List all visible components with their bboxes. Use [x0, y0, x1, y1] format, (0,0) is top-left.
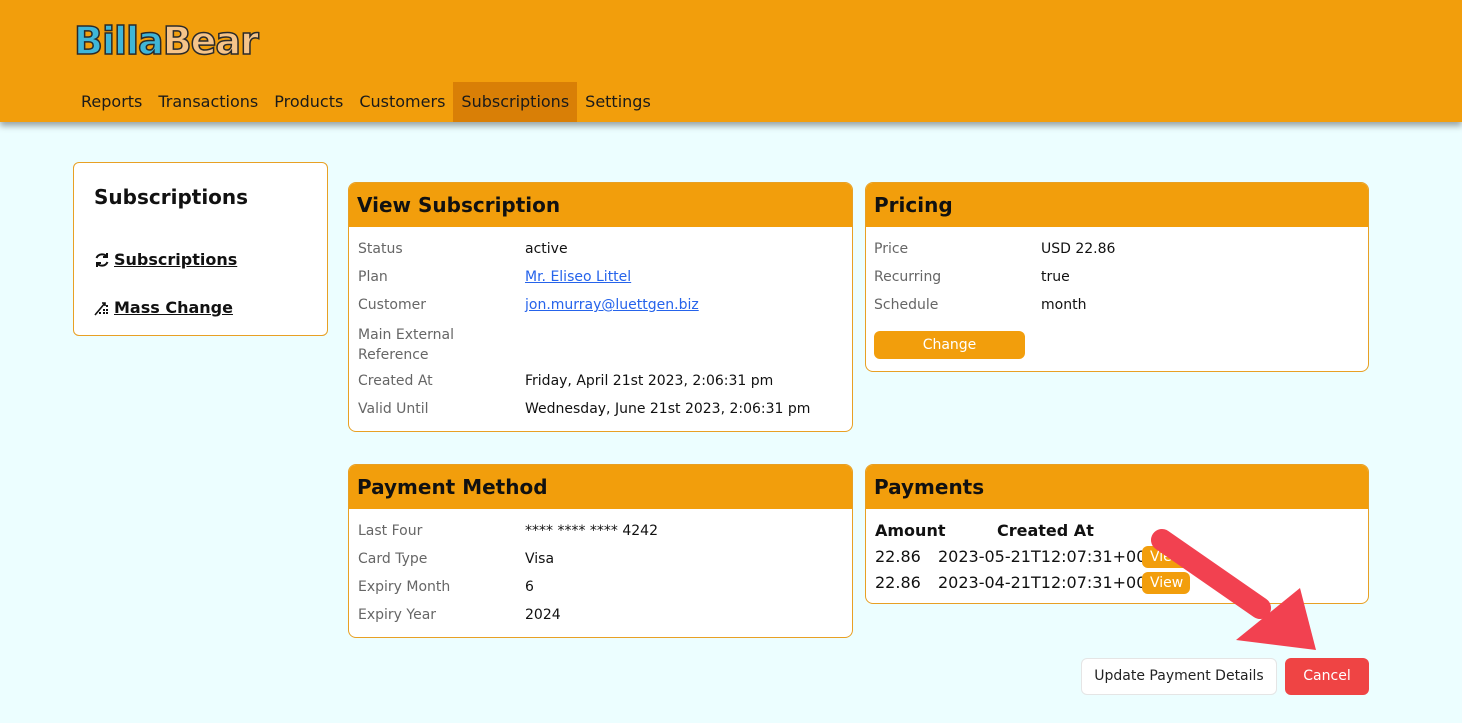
logo-text-bear: Bear [162, 19, 260, 63]
payments-card-title: Payments [866, 465, 1368, 509]
schedule-value: month [1041, 297, 1087, 313]
schedule-label: Schedule [874, 297, 939, 313]
valid-until-label: Valid Until [358, 401, 429, 417]
payment-row-2-created-at: 2023-04-21T12:07:31+00:00 [938, 573, 1173, 592]
status-value: active [525, 241, 568, 257]
nav-reports[interactable]: Reports [73, 82, 150, 122]
last-four-label: Last Four [358, 523, 423, 539]
nav-customers[interactable]: Customers [351, 82, 453, 122]
sidebar: Subscriptions Subscriptions Mass Change [73, 162, 328, 336]
expiry-month-label: Expiry Month [358, 579, 451, 595]
valid-until-value: Wednesday, June 21st 2023, 2:06:31 pm [525, 401, 811, 417]
logo-text-billa: Billa [73, 19, 164, 63]
payments-header-amount: Amount [875, 521, 946, 540]
sidebar-link-subscriptions[interactable]: Subscriptions [94, 250, 237, 269]
expiry-year-label: Expiry Year [358, 607, 437, 623]
payments-header-created-at: Created At [997, 521, 1094, 540]
billabear-logo[interactable]: BillaBear [73, 19, 260, 63]
customer-label: Customer [358, 297, 427, 313]
customer-link[interactable]: jon.murray@luettgen.biz [525, 297, 699, 313]
refresh-icon [95, 252, 109, 267]
created-at-label: Created At [358, 373, 433, 389]
subscription-card: View Subscription Status active Plan Mr.… [348, 182, 853, 432]
sidebar-link-subscriptions-label: Subscriptions [114, 250, 238, 269]
payment-method-card-title: Payment Method [349, 465, 852, 509]
change-price-button[interactable]: Change [874, 331, 1025, 359]
top-header: BillaBear Reports Transactions Products … [0, 0, 1462, 122]
annotation-arrow-icon [1151, 529, 1316, 650]
plan-link[interactable]: Mr. Eliseo Littel [525, 269, 631, 285]
mass-change-icon [94, 301, 108, 316]
created-at-value: Friday, April 21st 2023, 2:06:31 pm [525, 373, 774, 389]
payment-row-2-amount: 22.86 [875, 573, 921, 592]
recurring-value: true [1041, 269, 1070, 285]
nav-transactions[interactable]: Transactions [150, 82, 266, 122]
recurring-label: Recurring [874, 269, 942, 285]
nav-subscriptions[interactable]: Subscriptions [453, 82, 578, 122]
plan-label: Plan [358, 269, 388, 285]
card-type-value: Visa [525, 551, 555, 567]
nav-settings[interactable]: Settings [577, 82, 659, 122]
price-label: Price [874, 241, 909, 257]
payment-row-1-amount: 22.86 [875, 547, 921, 566]
main-nav: Reports Transactions Products Customers … [73, 82, 659, 122]
expiry-year-value: 2024 [525, 607, 561, 623]
payment-method-card: Payment Method Last Four **** **** **** … [348, 464, 853, 638]
expiry-month-value: 6 [525, 579, 534, 595]
subscription-card-title: View Subscription [349, 183, 852, 227]
price-value: USD 22.86 [1041, 241, 1116, 257]
payment-row-1-created-at: 2023-05-21T12:07:31+00:00 [938, 547, 1173, 566]
sidebar-title: Subscriptions [94, 185, 249, 209]
card-type-label: Card Type [358, 551, 428, 567]
main-external-reference-label: Main External Reference [358, 327, 454, 363]
status-label: Status [358, 241, 403, 257]
pricing-card-title: Pricing [866, 183, 1368, 227]
pricing-card: Pricing Price USD 22.86 Recurring true S… [865, 182, 1369, 372]
sidebar-link-mass-change[interactable]: Mass Change [94, 298, 233, 317]
sidebar-link-mass-change-label: Mass Change [114, 298, 233, 317]
nav-products[interactable]: Products [266, 82, 351, 122]
update-payment-details-button[interactable]: Update Payment Details [1081, 658, 1277, 695]
last-four-value: **** **** **** 4242 [525, 523, 658, 539]
cancel-subscription-button[interactable]: Cancel [1285, 658, 1369, 695]
